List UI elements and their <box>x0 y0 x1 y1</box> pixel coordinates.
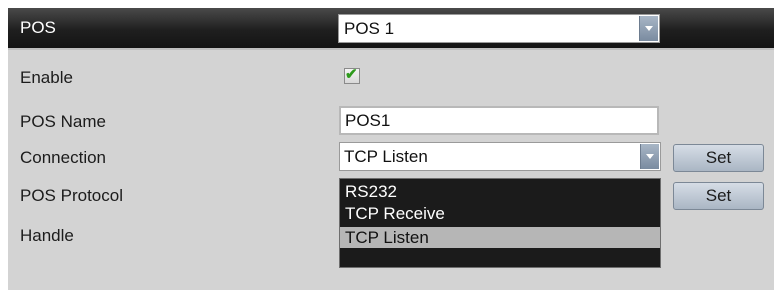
chevron-down-icon[interactable] <box>640 144 659 169</box>
pos-select[interactable]: POS 1 <box>338 14 660 43</box>
connection-label: Connection <box>20 148 107 167</box>
pos-name-label: POS Name <box>20 112 106 131</box>
enable-checkbox[interactable]: ✔ <box>344 66 360 84</box>
chevron-down-icon[interactable] <box>639 16 658 41</box>
pos-protocol-label: POS Protocol <box>20 186 123 205</box>
connection-set-button[interactable]: Set <box>673 144 764 172</box>
pos-select-value: POS 1 <box>344 19 395 38</box>
dropdown-option-tcp-receive[interactable]: TCP Receive <box>340 203 660 224</box>
connection-select-value: TCP Listen <box>344 147 428 166</box>
dropdown-option-rs232[interactable]: RS232 <box>340 181 660 202</box>
connection-dropdown-list: RS232 TCP Receive TCP Listen <box>339 178 661 268</box>
pos-header-label: POS <box>20 18 56 37</box>
enable-label: Enable <box>20 68 73 87</box>
pos-name-value: POS1 <box>345 111 391 130</box>
pos-settings-panel: POS POS 1 Enable ✔ POS Name POS1 Connect… <box>8 8 774 290</box>
dropdown-option-tcp-listen[interactable]: TCP Listen <box>340 227 660 248</box>
handle-label: Handle <box>20 226 74 245</box>
pos-name-field[interactable]: POS1 <box>339 106 659 135</box>
protocol-set-button[interactable]: Set <box>673 182 764 210</box>
header-bar: POS POS 1 <box>8 8 774 50</box>
check-icon: ✔ <box>345 66 358 83</box>
connection-select[interactable]: TCP Listen <box>339 142 661 171</box>
